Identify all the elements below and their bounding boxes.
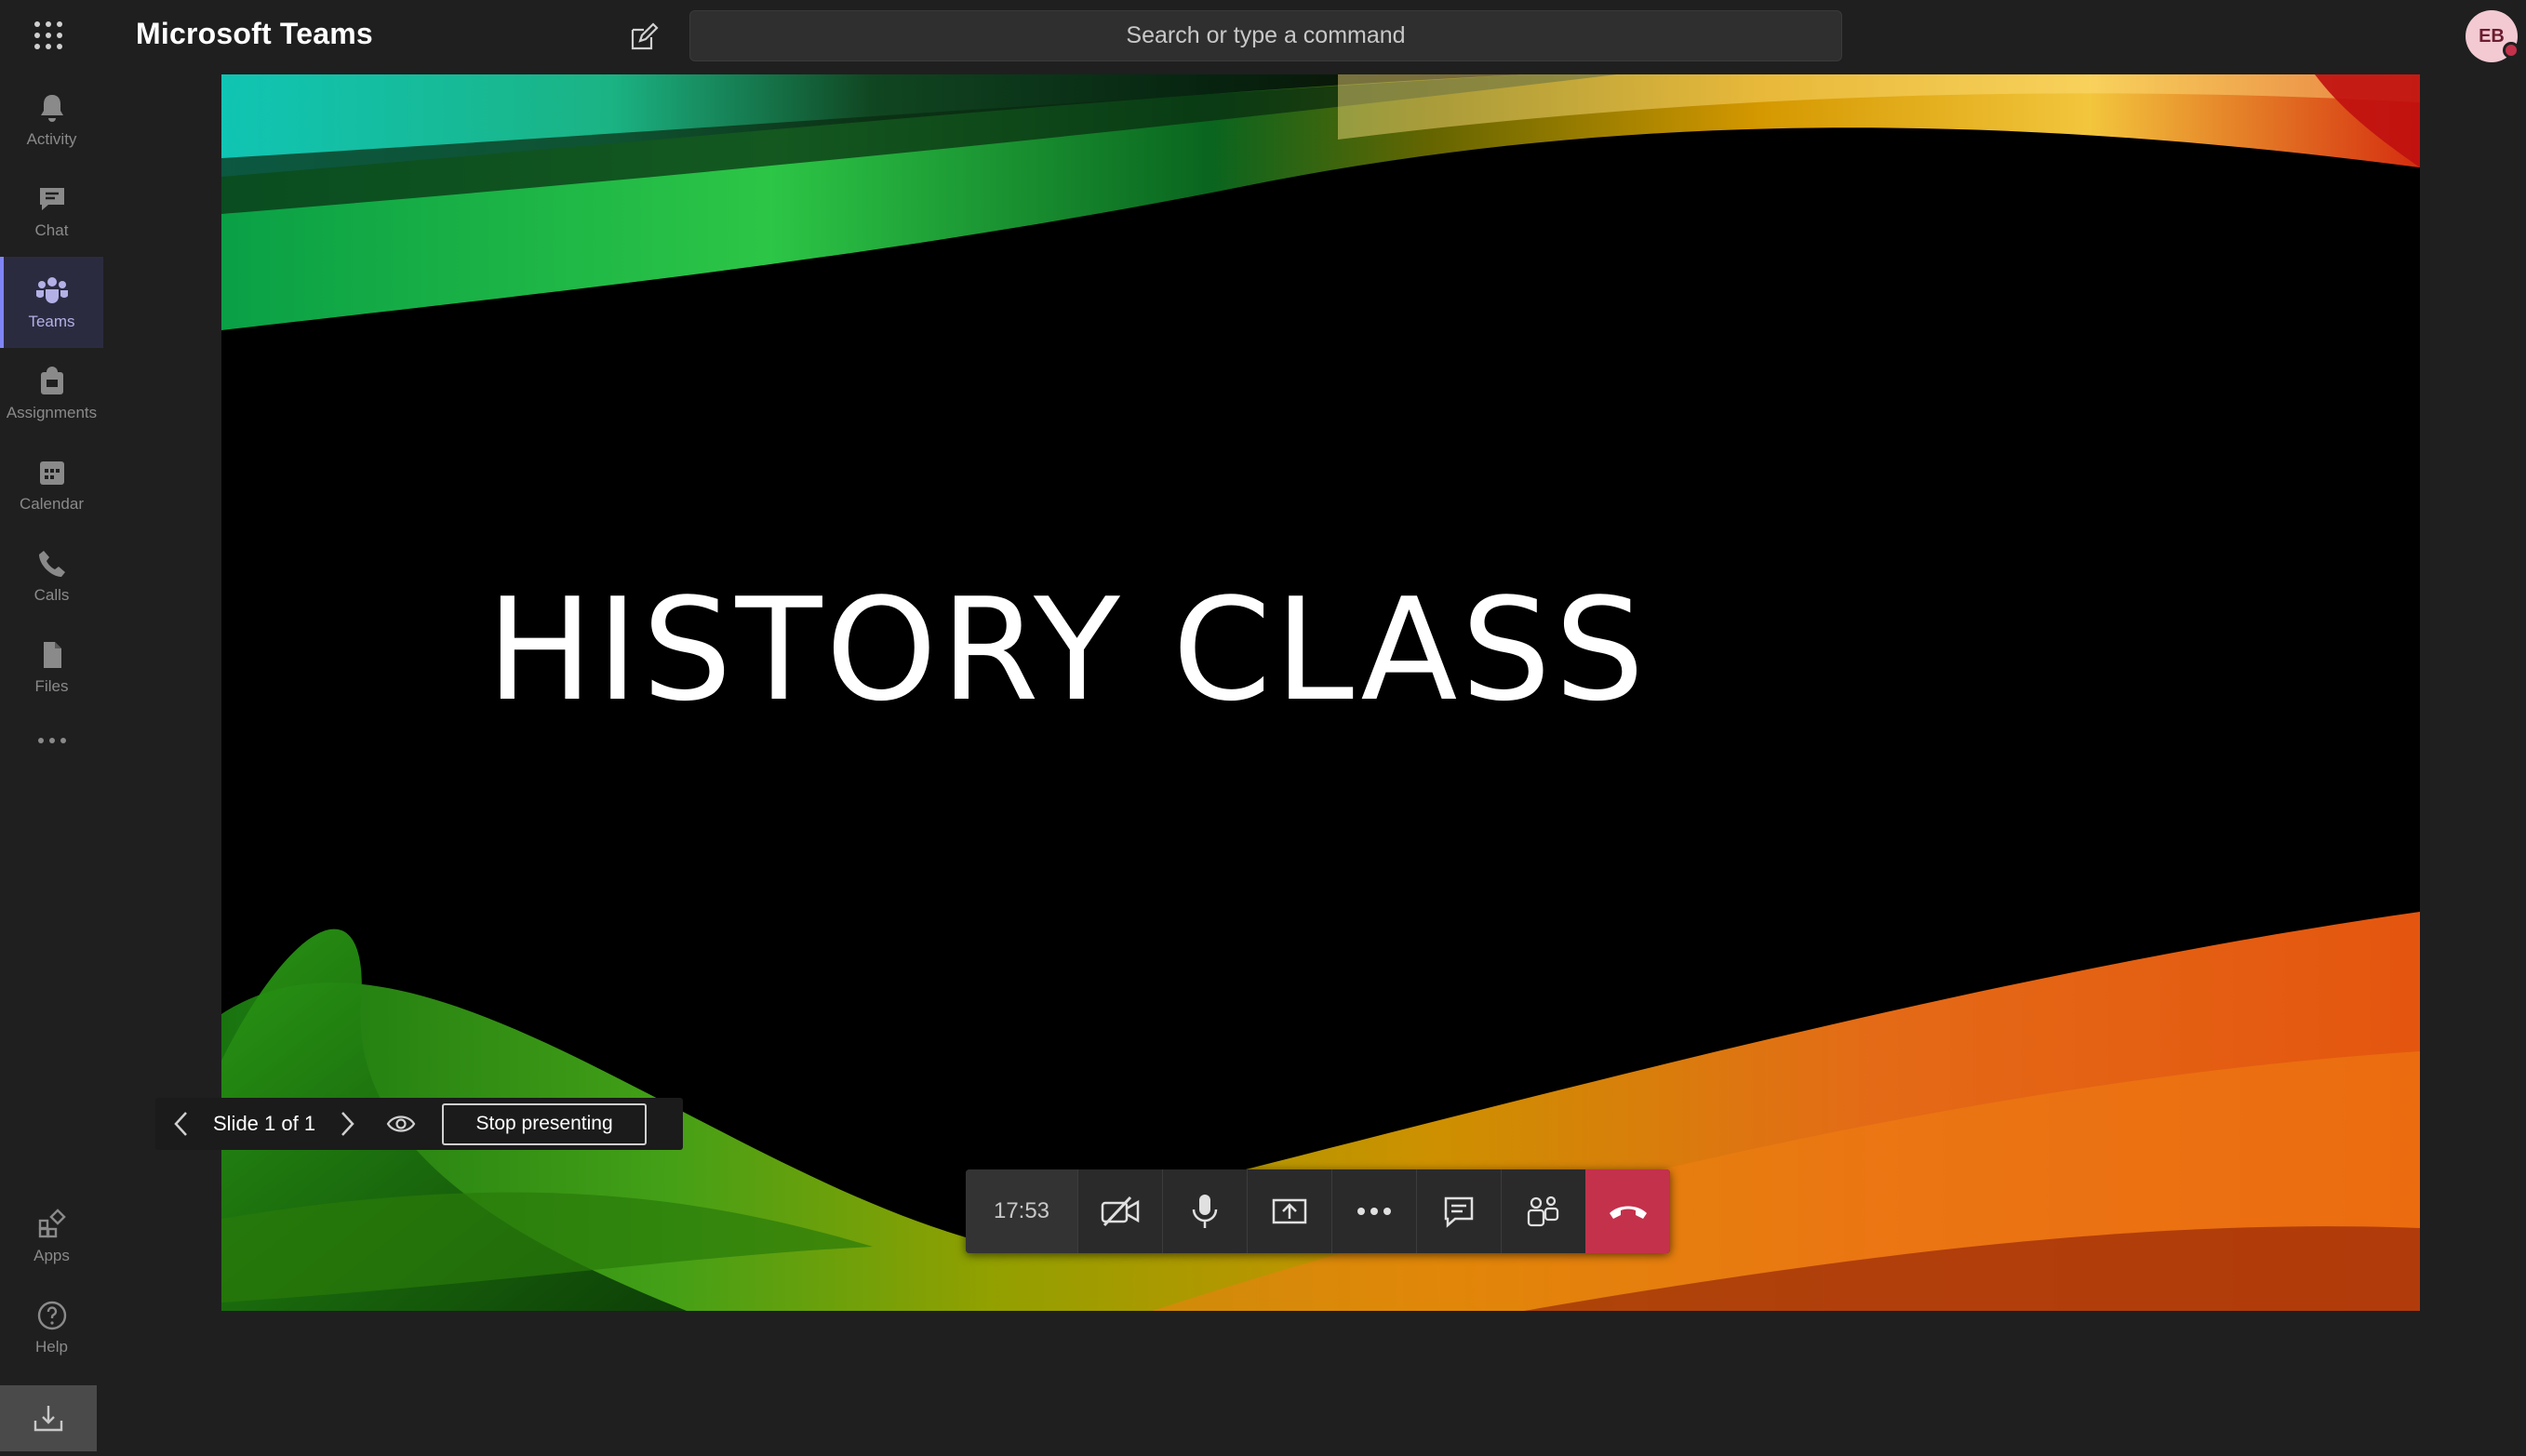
rail-item-apps[interactable]: Apps xyxy=(0,1191,103,1282)
hang-up-icon xyxy=(1609,1206,1647,1219)
app-title: Microsoft Teams xyxy=(136,17,373,50)
bell-icon xyxy=(40,95,63,122)
presence-status-icon xyxy=(2503,42,2519,59)
microphone-button[interactable] xyxy=(1162,1169,1247,1253)
rail-item-calendar[interactable]: Calendar xyxy=(0,439,103,530)
camera-toggle-button[interactable] xyxy=(1077,1169,1162,1253)
more-horizontal-icon xyxy=(37,738,66,743)
rail-item-chat[interactable]: Chat xyxy=(0,166,103,257)
rail-item-label: Calls xyxy=(33,586,70,604)
show-participants-button[interactable] xyxy=(1501,1169,1585,1253)
rail-item-label: Files xyxy=(34,677,69,695)
share-screen-icon xyxy=(1272,1198,1307,1224)
rail-item-label: Help xyxy=(35,1338,68,1356)
stop-presenting-button[interactable]: Stop presenting xyxy=(442,1102,648,1145)
download-icon xyxy=(33,1405,63,1431)
apps-icon xyxy=(38,1209,66,1238)
call-timer: 17:53 xyxy=(966,1169,1077,1253)
more-options-icon xyxy=(1357,1208,1391,1215)
show-conversation-button[interactable] xyxy=(1416,1169,1501,1253)
share-screen-button[interactable] xyxy=(1247,1169,1331,1253)
hang-up-button[interactable] xyxy=(1585,1169,1670,1253)
calendar-icon xyxy=(39,461,64,485)
rail-item-calls[interactable]: Calls xyxy=(0,530,103,621)
slide-counter: Slide 1 of 1 xyxy=(213,1112,316,1135)
new-chat-icon[interactable] xyxy=(627,20,661,54)
rail-item-label: Activity xyxy=(26,130,77,148)
rail-item-label: Calendar xyxy=(20,495,84,513)
rail-item-help[interactable]: Help xyxy=(0,1282,103,1373)
next-slide-button[interactable] xyxy=(321,1098,373,1150)
more-actions-button[interactable] xyxy=(1331,1169,1416,1253)
assignments-icon xyxy=(40,367,63,394)
app-launcher-icon[interactable] xyxy=(32,19,65,52)
top-bar: Microsoft Teams Search or type a command… xyxy=(0,0,2526,74)
rail-item-files[interactable]: Files xyxy=(0,621,103,713)
rail-item-teams[interactable]: Teams xyxy=(0,257,103,348)
rail-item-label: Chat xyxy=(34,221,69,239)
rail-item-label: Assignments xyxy=(6,404,98,421)
rail-item-label: Teams xyxy=(28,313,75,330)
camera-off-icon xyxy=(1101,1196,1140,1227)
more-apps-icon[interactable] xyxy=(0,713,103,768)
private-viewing-button[interactable] xyxy=(373,1098,429,1150)
help-icon xyxy=(37,1301,66,1330)
call-controls: 17:53 xyxy=(966,1169,1670,1253)
phone-icon xyxy=(38,551,65,577)
slide-title: HISTORY CLASS xyxy=(487,568,1649,732)
presenter-toolbar: Slide 1 of 1 Stop presenting xyxy=(155,1098,683,1150)
search-input[interactable]: Search or type a command xyxy=(689,10,1842,61)
install-app-button[interactable] xyxy=(0,1385,97,1451)
rail-item-activity[interactable]: Activity xyxy=(0,74,103,166)
rail-item-label: Apps xyxy=(33,1247,70,1264)
rail-item-assignments[interactable]: Assignments xyxy=(0,348,103,439)
chat-icon xyxy=(39,188,64,210)
app-rail: Activity Chat Teams Assignments Calendar… xyxy=(0,74,103,1456)
teams-icon xyxy=(35,277,68,303)
avatar[interactable]: EB xyxy=(2466,10,2519,62)
eye-icon xyxy=(386,1115,416,1132)
show-conversation-icon xyxy=(1444,1196,1474,1228)
chevron-left-icon xyxy=(174,1112,187,1136)
chevron-right-icon xyxy=(341,1112,354,1136)
previous-slide-button[interactable] xyxy=(155,1098,207,1150)
files-icon xyxy=(43,642,61,668)
avatar-initials: EB xyxy=(2479,25,2505,47)
show-participants-icon xyxy=(1527,1196,1559,1227)
microphone-icon xyxy=(1192,1195,1218,1228)
